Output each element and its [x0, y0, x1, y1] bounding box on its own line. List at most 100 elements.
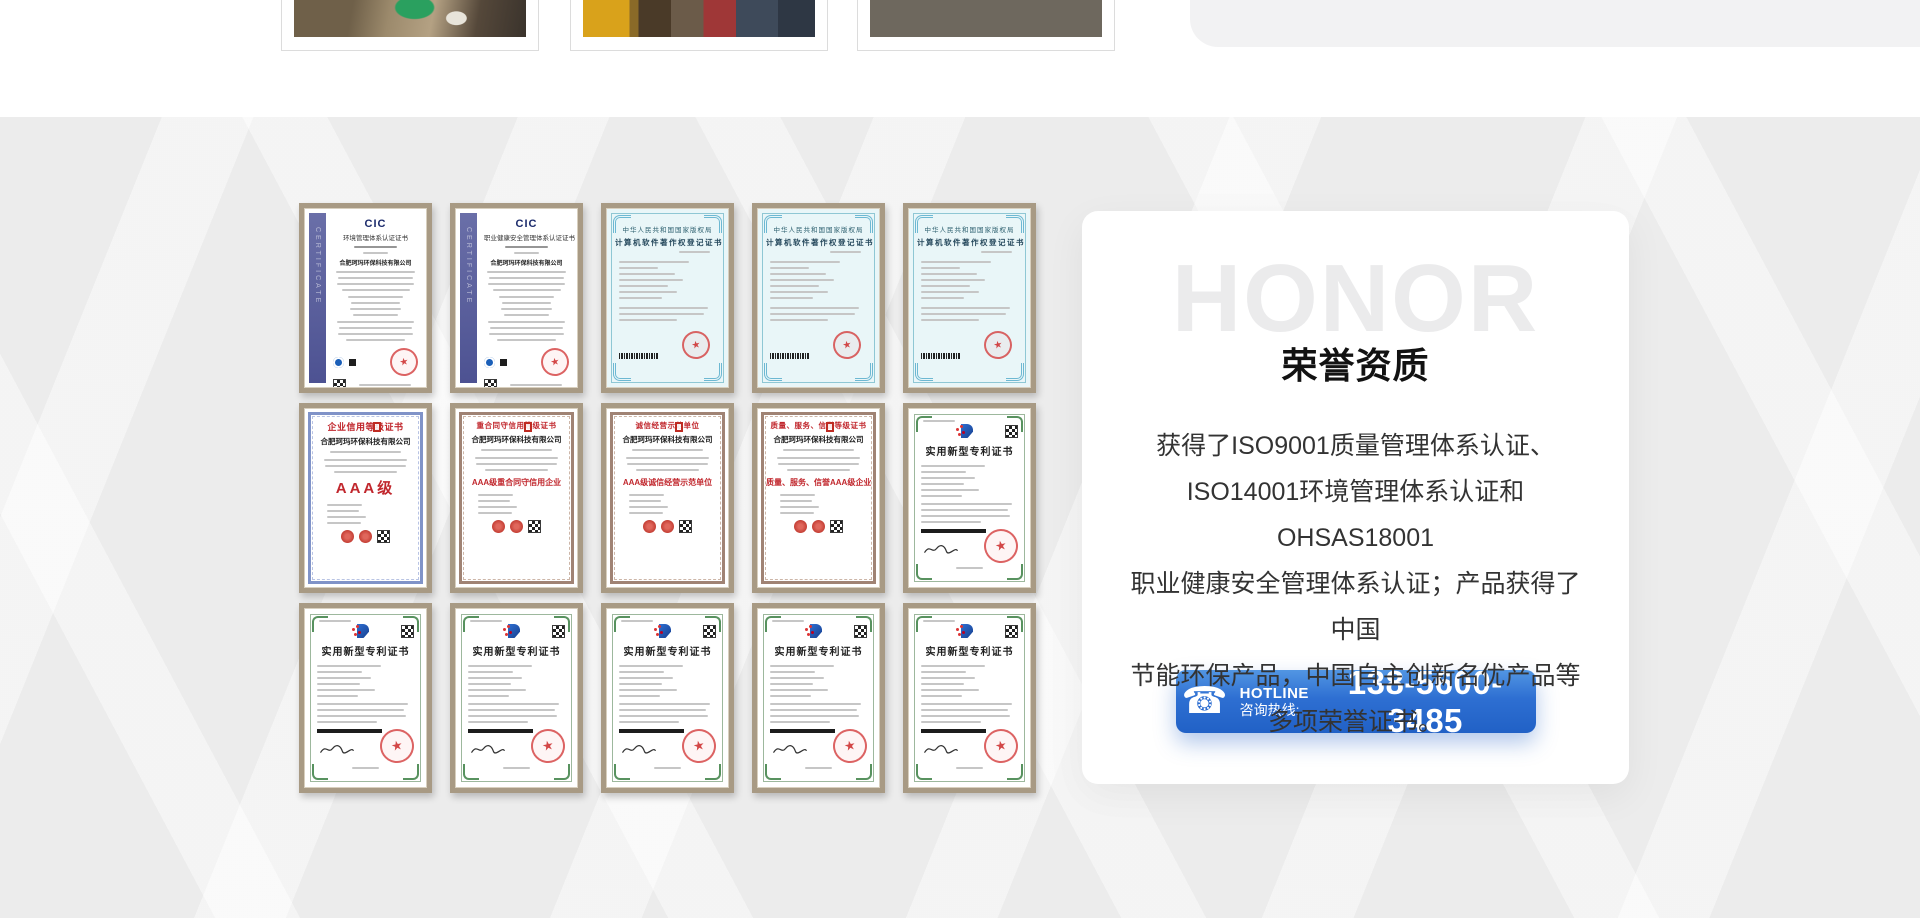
photo-card[interactable]	[570, 0, 828, 51]
certificate-title: 实用新型专利证书	[766, 643, 871, 658]
certificate-title: 计算机软件著作权登记证书	[615, 237, 720, 248]
red-seal-icon: ★	[981, 726, 1021, 766]
certificate-title: 计算机软件著作权登记证书	[917, 237, 1022, 248]
red-seal-icon: ★	[377, 726, 417, 766]
certificate-title: 企业信用等级证书	[313, 420, 418, 433]
flourish-corner-icon	[1006, 363, 1024, 381]
photo-card[interactable]	[281, 0, 539, 51]
cic-logo: CIC	[333, 218, 418, 230]
certificate-title: 实用新型专利证书	[615, 643, 720, 658]
certificate-grid: CERTIFICATE CIC 环境管理体系认证证书 合肥珂玛环保科技有限公司 …	[299, 203, 1036, 793]
flourish-corner-icon	[613, 363, 631, 381]
honor-card: HONOR 荣誉资质 获得了ISO9001质量管理体系认证、ISO14001环境…	[1082, 211, 1629, 784]
cnipa-logo-icon	[955, 424, 973, 439]
certificate-utility-patent[interactable]: 实用新型专利证书 ★	[752, 603, 885, 793]
flourish-corner-icon	[1007, 764, 1023, 780]
signature-mark	[621, 743, 657, 756]
certificate-title: 实用新型专利证书	[917, 443, 1022, 458]
qr-code-icon	[484, 379, 497, 392]
certificate-title: 环境管理体系认证证书	[333, 232, 418, 242]
flourish-corner-icon	[1007, 616, 1023, 632]
certificate-credit-rating[interactable]: 质量、服务、信誉等级证书 合肥珂玛环保科技有限公司 质量、服务、信誉AAA级企业	[752, 403, 885, 593]
qr-code-icon	[528, 520, 541, 533]
flourish-corner-icon	[463, 616, 479, 632]
flourish-corner-icon	[855, 215, 873, 233]
red-seal-icon: ★	[387, 345, 420, 378]
photo-card[interactable]	[857, 0, 1115, 51]
red-badge-icon	[794, 520, 807, 533]
cnipa-logo-icon	[351, 624, 369, 639]
qr-code-icon	[830, 520, 843, 533]
red-seal-icon: ★	[981, 328, 1014, 361]
certificate-side-text: CERTIFICATE	[314, 227, 321, 383]
certificate-title: 职业健康安全管理体系认证证书	[484, 232, 569, 242]
flourish-corner-icon	[554, 764, 570, 780]
certificate-credit-rating[interactable]: 诚信经营示范单位 合肥珂玛环保科技有限公司 AAA级诚信经营示范单位	[601, 403, 734, 593]
barcode-icon	[921, 529, 986, 533]
flourish-corner-icon	[554, 616, 570, 632]
red-badge-icon	[510, 520, 523, 533]
flourish-corner-icon	[856, 764, 872, 780]
red-badge-icon	[643, 520, 656, 533]
red-badge-icon	[341, 530, 354, 543]
flourish-corner-icon	[916, 564, 932, 580]
red-seal-icon: ★	[830, 328, 863, 361]
flourish-corner-icon	[312, 764, 328, 780]
flourish-corner-icon	[1007, 416, 1023, 432]
honor-description-line: 节能环保产品，中国自主创新名优产品等	[1122, 653, 1589, 699]
flourish-corner-icon	[403, 764, 419, 780]
flourish-corner-icon	[764, 215, 782, 233]
honor-description-line: ISO14001环境管理体系认证和OHSAS18001	[1122, 469, 1589, 561]
certificate-utility-patent[interactable]: 实用新型专利证书 ★	[601, 603, 734, 793]
certificate-credit-rating[interactable]: 企业信用等级证书 合肥珂玛环保科技有限公司 AAA级	[299, 403, 432, 593]
cnipa-logo-icon	[955, 624, 973, 639]
certificate-side-band: CERTIFICATE	[309, 213, 326, 383]
barcode-icon	[921, 729, 986, 733]
flourish-corner-icon	[704, 215, 722, 233]
signature-mark	[470, 743, 506, 756]
excavation-site-photo[interactable]	[294, 0, 526, 37]
certificate-cic[interactable]: CERTIFICATE CIC 环境管理体系认证证书 合肥珂玛环保科技有限公司 …	[299, 203, 432, 393]
certificate-award-text: AAA级诚信经营示范单位	[615, 477, 720, 488]
cic-logo: CIC	[484, 218, 569, 230]
accreditation-icon	[333, 357, 344, 368]
certificate-credit-rating[interactable]: 重合同守信用等级证书 合肥珂玛环保科技有限公司 AAA级重合同守信用企业	[450, 403, 583, 593]
certificate-utility-patent[interactable]: 实用新型专利证书 ★	[299, 603, 432, 793]
construction-equipment-photo[interactable]	[583, 0, 815, 37]
certificate-title: 计算机软件著作权登记证书	[766, 237, 871, 248]
qr-code-icon	[333, 379, 346, 392]
certificate-utility-patent[interactable]: 实用新型专利证书 ★	[450, 603, 583, 793]
red-badge-icon	[661, 520, 674, 533]
certificate-software-copyright[interactable]: 中华人民共和国国家版权局 计算机软件著作权登记证书 ★	[752, 203, 885, 393]
qr-code-icon	[377, 530, 390, 543]
red-seal-icon: ★	[538, 345, 571, 378]
flourish-corner-icon	[312, 616, 328, 632]
certificate-award-text: 质量、服务、信誉AAA级企业	[766, 477, 871, 488]
honor-description-line: 职业健康安全管理体系认证；产品获得了中国	[1122, 561, 1589, 653]
certificate-company: 合肥珂玛环保科技有限公司	[333, 258, 418, 267]
signature-mark	[923, 543, 959, 556]
cnipa-logo-icon	[502, 624, 520, 639]
certificate-company: 合肥珂玛环保科技有限公司	[464, 434, 569, 445]
barcode-icon	[468, 729, 533, 733]
flourish-corner-icon	[855, 363, 873, 381]
flourish-corner-icon	[613, 215, 631, 233]
certificate-award-text: AAA级重合同守信用企业	[464, 477, 569, 488]
red-seal-icon: ★	[679, 328, 712, 361]
barcode-icon	[770, 729, 835, 733]
flourish-corner-icon	[916, 764, 932, 780]
certificate-software-copyright[interactable]: 中华人民共和国国家版权局 计算机软件著作权登记证书 ★	[601, 203, 734, 393]
flourish-corner-icon	[916, 416, 932, 432]
accreditation-icon	[348, 358, 357, 367]
flourish-corner-icon	[764, 363, 782, 381]
certificate-title: 质量、服务、信誉等级证书	[766, 420, 871, 431]
certificate-software-copyright[interactable]: 中华人民共和国国家版权局 计算机软件著作权登记证书 ★	[903, 203, 1036, 393]
flourish-corner-icon	[403, 616, 419, 632]
flourish-corner-icon	[614, 616, 630, 632]
concrete-tank-photo[interactable]	[870, 0, 1102, 37]
certificate-utility-patent[interactable]: 实用新型专利证书 ★	[903, 603, 1036, 793]
signature-mark	[923, 743, 959, 756]
certificate-utility-patent[interactable]: 实用新型专利证书 ★	[903, 403, 1036, 593]
certificate-cic[interactable]: CERTIFICATE CIC 职业健康安全管理体系认证证书 合肥珂玛环保科技有…	[450, 203, 583, 393]
flourish-corner-icon	[915, 363, 933, 381]
